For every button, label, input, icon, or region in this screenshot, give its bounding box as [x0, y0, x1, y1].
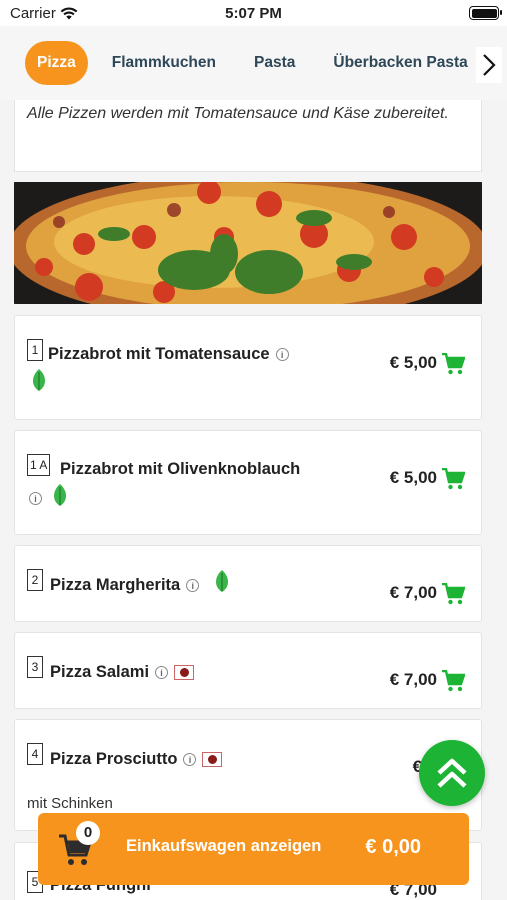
- cart-total: € 0,00: [365, 836, 421, 858]
- item-price: € 7,00: [389, 670, 437, 689]
- menu-item[interactable]: 2 Pizza Margherita i € 7,00: [14, 545, 482, 622]
- menu-item[interactable]: 1 Pizzabrot mit Tomatensauce i € 5,00: [14, 315, 482, 420]
- item-description: mit Schinken: [27, 795, 113, 812]
- vegetarian-leaf-icon: [50, 483, 70, 512]
- vegetarian-leaf-icon: [29, 368, 49, 397]
- item-name: Pizzabrot mit Tomatensauce i: [48, 345, 289, 364]
- tab-ueberbacken-pasta[interactable]: Überbacken Pasta: [319, 41, 481, 85]
- category-note: Alle Pizzen werden mit Tomatensauce und …: [14, 100, 482, 172]
- add-to-cart-icon[interactable]: [441, 582, 466, 610]
- cart-count-badge: 0: [76, 821, 100, 845]
- item-name: Pizza Prosciutto i: [50, 750, 223, 769]
- view-cart-label: Einkaufswagen anzeigen: [126, 837, 322, 855]
- add-to-cart-icon[interactable]: [441, 352, 466, 380]
- category-note-text: Alle Pizzen werden mit Tomatensauce und …: [27, 105, 449, 122]
- status-time: 5:07 PM: [225, 5, 282, 22]
- menu-item[interactable]: 3 Pizza Salami i € 7,00: [14, 632, 482, 709]
- item-price: € 7,00: [389, 583, 437, 602]
- item-price: € 5,00: [389, 468, 437, 487]
- add-to-cart-icon[interactable]: [441, 467, 466, 495]
- double-chevron-up-icon: [437, 758, 467, 788]
- item-number: 1 A: [27, 454, 51, 476]
- menu-content: Alle Pizzen werden mit Tomatensauce und …: [14, 100, 482, 304]
- item-name-text: Pizza Prosciutto: [50, 750, 178, 768]
- chevron-right-icon[interactable]: [476, 47, 502, 83]
- menu-item[interactable]: 1 A Pizzabrot mit Olivenknoblauch i € 5,…: [14, 430, 482, 535]
- item-number: 4: [27, 743, 43, 765]
- info-icon[interactable]: i: [186, 579, 200, 593]
- status-bar: Carrier 5:07 PM: [0, 0, 507, 26]
- item-name: Pizzabrot mit Olivenknoblauch: [60, 460, 301, 478]
- item-number: 2: [27, 569, 43, 591]
- item-name: Pizza Margherita i: [50, 576, 200, 595]
- item-name-text: Pizzabrot mit Tomatensauce: [48, 345, 270, 363]
- item-number: 1: [27, 339, 43, 361]
- category-tabbar: Pizza Flammkuchen Pasta Überbacken Pasta: [0, 26, 507, 100]
- meat-ham-icon: [174, 665, 195, 681]
- item-price: € 5,00: [389, 353, 437, 372]
- vegetarian-leaf-icon: [212, 569, 232, 598]
- info-icon[interactable]: i: [183, 753, 197, 767]
- meat-ham-icon: [202, 752, 223, 768]
- info-icon[interactable]: i: [29, 492, 42, 505]
- item-name-text: Pizza Margherita: [50, 576, 181, 594]
- view-cart-button[interactable]: 0 Einkaufswagen anzeigen € 0,00: [38, 813, 469, 885]
- battery-icon: [469, 6, 502, 20]
- item-number: 3: [27, 656, 43, 678]
- info-icon[interactable]: i: [155, 666, 169, 680]
- info-icon[interactable]: i: [275, 348, 289, 362]
- add-to-cart-icon[interactable]: [441, 669, 466, 697]
- tab-pasta[interactable]: Pasta: [240, 41, 309, 85]
- tab-flammkuchen[interactable]: Flammkuchen: [98, 41, 230, 85]
- scroll-top-button[interactable]: [419, 740, 485, 806]
- pizza-banner-image: [14, 182, 482, 304]
- tab-pizza[interactable]: Pizza: [25, 41, 88, 85]
- item-name: Pizza Salami i: [50, 663, 195, 682]
- item-name-text: Pizza Salami: [50, 663, 150, 681]
